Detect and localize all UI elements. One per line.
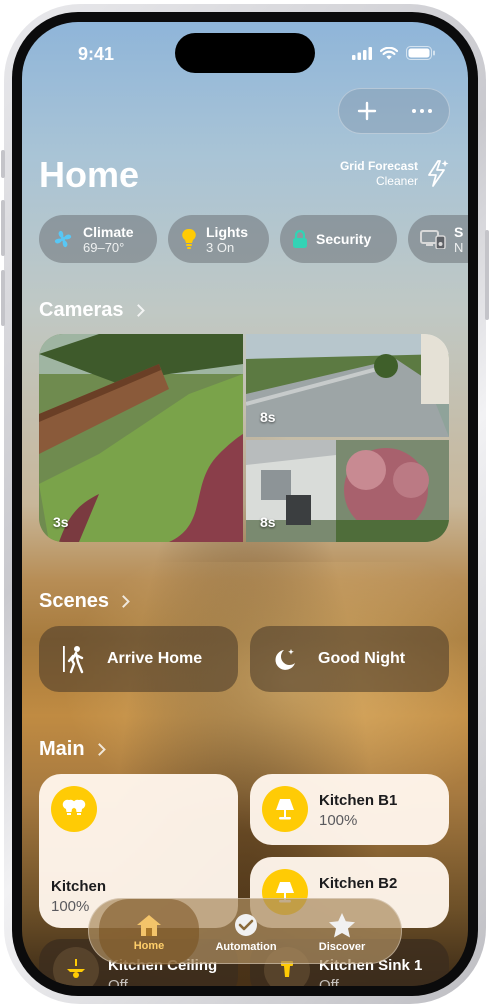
lock-icon [292,229,308,249]
volume-up-button [1,200,5,256]
status-time: 9:41 [78,44,115,64]
accessory-value: Off [319,977,339,986]
scene-arrive-home[interactable]: Arrive Home [39,626,238,692]
chip-label: Lights [206,223,248,240]
chip-security[interactable]: Security [280,215,397,263]
battery-icon [406,46,435,60]
lamp-icon [262,786,308,832]
dynamic-island [175,33,315,73]
chip-sub: N [454,239,464,255]
chip-label: Security [316,231,372,247]
chevron-right-icon [117,595,130,608]
lightning-sparkle-icon [424,158,450,193]
section-main[interactable]: Main [39,738,106,761]
power-button [485,230,489,320]
accessory-value: 100% [51,898,90,915]
tab-label: Automation [215,940,277,953]
section-scenes[interactable]: Scenes [39,590,130,613]
ellipsis-icon[interactable] [411,109,432,113]
camera-driveway[interactable]: 8s [246,334,449,437]
camera-label: 3s [53,514,69,530]
camera-grid: 3s 8s 8s [39,334,449,542]
chip-sub: 3 On [206,239,235,255]
bulb-icon [180,228,198,250]
accessory-name: Kitchen B2 [319,875,398,892]
wifi-icon [380,46,398,59]
section-title: Scenes [39,590,110,612]
tab-label: Home [133,939,165,952]
moon-stars-icon [272,646,298,672]
screen: 9:41 Home Grid Forecast Cleaner Climate … [22,22,468,986]
tab-discover[interactable]: Discover [297,899,387,965]
chip-lights[interactable]: Lights 3 On [168,215,269,263]
star-icon [328,912,356,938]
tab-home[interactable]: Home [99,899,199,965]
side-button [1,150,5,178]
page-title: Home [39,154,140,195]
ceiling-fan-icon [53,947,99,986]
fan-icon [51,228,75,250]
scene-good-night[interactable]: Good Night [250,626,449,692]
tab-label: Discover [318,940,366,953]
chip-speakers[interactable]: S N [408,215,468,263]
chip-climate[interactable]: Climate 69–70° [39,215,157,263]
house-icon [135,913,163,937]
status-icons [352,46,436,60]
accessory-name: Kitchen B1 [319,792,398,809]
grid-forecast[interactable]: Grid Forecast Cleaner [340,159,418,189]
chip-label: S [454,223,464,240]
tab-automation[interactable]: Automation [201,899,291,965]
chevron-right-icon [92,743,106,756]
camera-label: 8s [260,409,276,425]
camera-backyard[interactable]: 3s [39,334,243,542]
accessory-value: Off [108,977,128,986]
volume-down-button [1,270,5,326]
forecast-value: Cleaner [375,174,418,188]
plus-icon[interactable] [357,101,377,121]
chip-sub: 69–70° [83,239,125,255]
section-title: Cameras [39,299,124,321]
tab-bar: Home Automation Discover [88,898,402,965]
double-bulb-icon [51,786,97,832]
speaker-icon [420,229,446,249]
forecast-title: Grid Forecast [339,159,418,173]
clock-check-icon [233,912,259,938]
camera-label: 8s [260,514,276,530]
accessory-value: 100% [319,812,358,829]
top-actions [338,88,450,134]
scene-label: Arrive Home [107,650,203,667]
scene-label: Good Night [318,650,406,667]
cellular-signal-icon [352,46,372,60]
chevron-right-icon [131,304,145,317]
chip-label: Climate [83,223,134,240]
accessory-name: Kitchen [51,878,107,895]
walking-person-icon [61,644,87,674]
accessory-kitchen-b1[interactable]: Kitchen B1 100% [250,774,449,845]
camera-patio[interactable]: 8s [246,440,449,542]
section-title: Main [39,738,85,760]
section-cameras[interactable]: Cameras [39,299,145,322]
